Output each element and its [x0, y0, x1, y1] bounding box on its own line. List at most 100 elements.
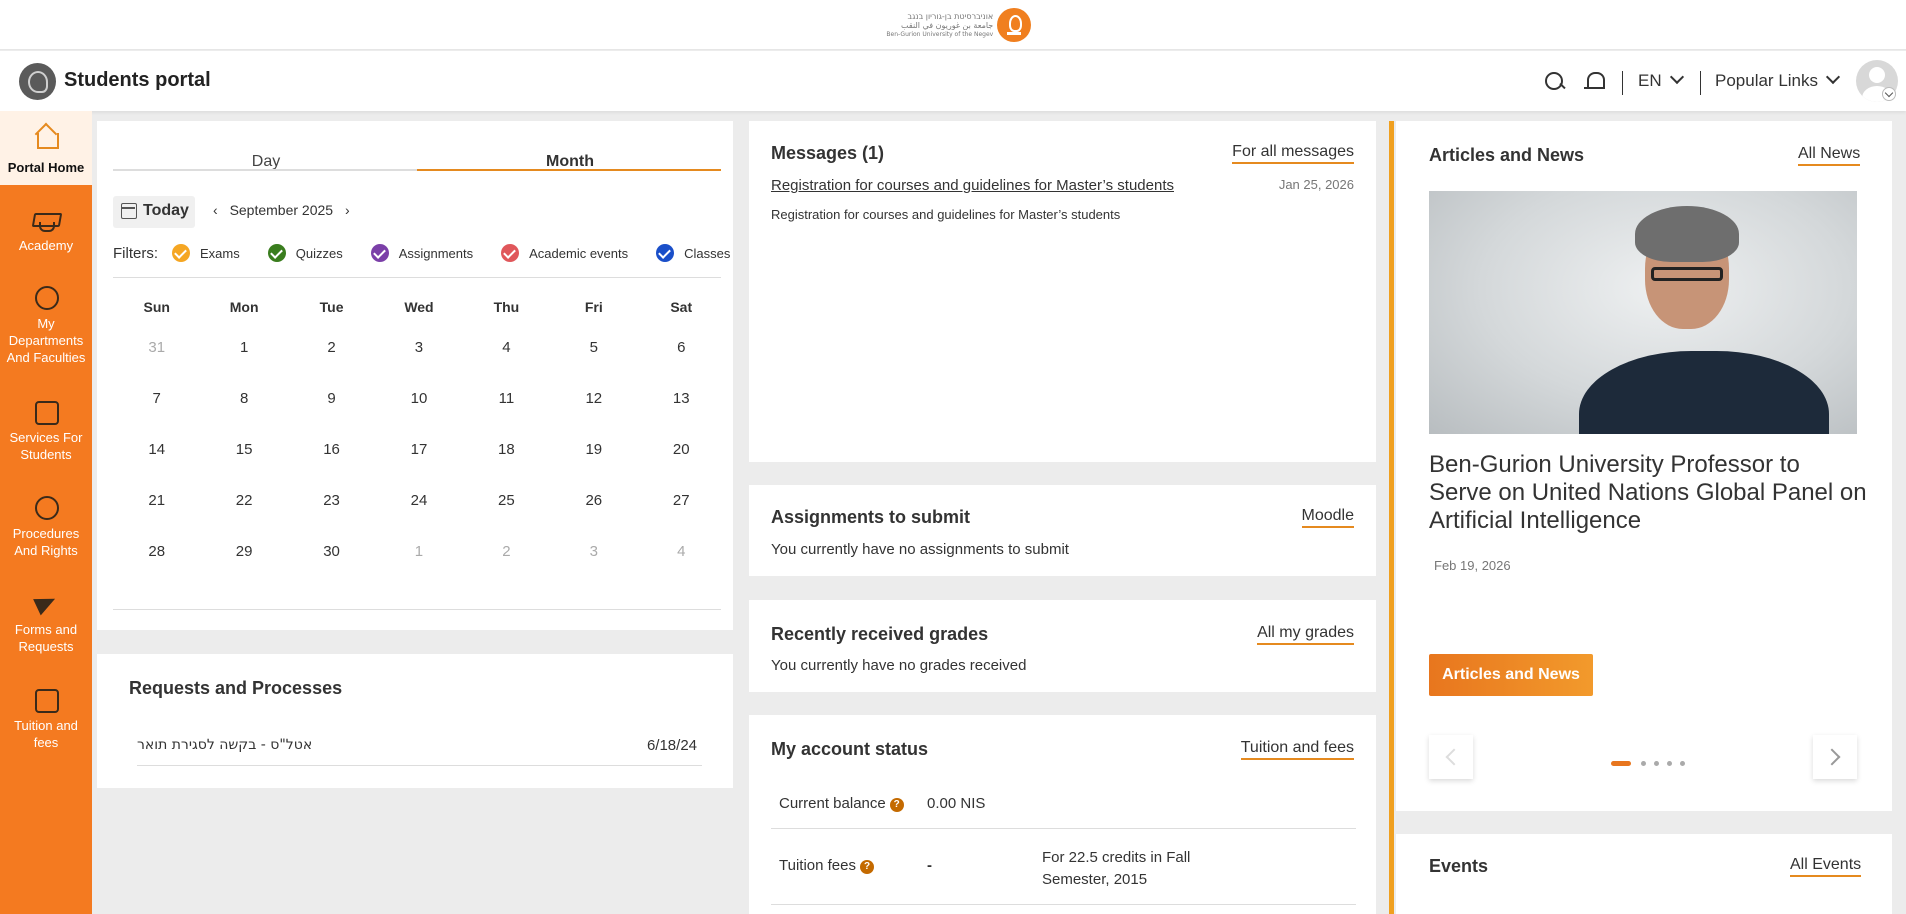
- sidebar-item-portal-home[interactable]: Portal Home: [0, 111, 92, 185]
- calendar-day[interactable]: 10: [375, 390, 462, 441]
- calendar-day[interactable]: 6: [638, 339, 725, 390]
- calendar-day[interactable]: 14: [113, 441, 200, 492]
- message-preview: Registration for courses and guidelines …: [771, 207, 1121, 222]
- calendar-day[interactable]: 21: [113, 492, 200, 543]
- assignments-card: Assignments to submit Moodle You current…: [749, 485, 1376, 576]
- portal-head-icon[interactable]: [19, 63, 56, 100]
- chevron-down-icon[interactable]: [1882, 87, 1896, 101]
- filter-academic-events[interactable]: Academic events: [501, 244, 628, 262]
- carousel-dot[interactable]: [1641, 761, 1646, 766]
- calendar-day[interactable]: 28: [113, 543, 200, 594]
- calendar-day[interactable]: 12: [550, 390, 637, 441]
- calendar-day[interactable]: 2: [463, 543, 550, 594]
- gear-icon: [33, 495, 59, 520]
- tuition-fees-link[interactable]: Tuition and fees: [1240, 739, 1354, 760]
- message-date: Jan 25, 2026: [1278, 177, 1354, 192]
- carousel-dot[interactable]: [1667, 761, 1672, 766]
- grades-empty-text: You currently have no grades received: [771, 657, 1027, 674]
- filter-exams[interactable]: Exams: [172, 244, 240, 262]
- search-icon[interactable]: [1543, 70, 1567, 94]
- calendar-day[interactable]: 31: [113, 339, 200, 390]
- request-text: אטל"ס - בקשה לסגירת תואר: [137, 737, 313, 753]
- calendar-day[interactable]: 13: [638, 390, 725, 441]
- calendar-day[interactable]: 8: [200, 390, 287, 441]
- calendar-day[interactable]: 20: [638, 441, 725, 492]
- sidebar-item-label: Portal Home: [7, 160, 85, 175]
- message-subject-link[interactable]: Registration for courses and guidelines …: [771, 177, 1174, 194]
- calendar-day[interactable]: 9: [288, 390, 375, 441]
- sidebar-item-label: Tuition and fees: [14, 718, 78, 750]
- moodle-link[interactable]: Moodle: [1301, 507, 1354, 528]
- today-button[interactable]: Today: [113, 196, 195, 228]
- calendar-day[interactable]: 30: [288, 543, 375, 594]
- calendar-day[interactable]: 23: [288, 492, 375, 543]
- calendar-day[interactable]: 15: [200, 441, 287, 492]
- news-title: Articles and News: [1429, 145, 1585, 165]
- all-messages-link[interactable]: For all messages: [1232, 143, 1354, 164]
- sidebar-item-academy[interactable]: Academy: [0, 205, 92, 254]
- sidebar-item-tuition[interactable]: Tuition and fees: [0, 685, 92, 751]
- sidebar-item-my-departments[interactable]: My Departments And Faculties: [0, 283, 92, 366]
- language-selector[interactable]: EN: [1638, 69, 1684, 91]
- paper-plane-icon: [33, 591, 59, 615]
- weekday-label: Sat: [670, 299, 693, 315]
- weekday-label: Mon: [229, 299, 259, 315]
- calendar-day[interactable]: 26: [550, 492, 637, 543]
- id-card-icon: [33, 399, 59, 425]
- help-icon[interactable]: ?: [889, 798, 904, 812]
- calendar-day[interactable]: 11: [463, 390, 550, 441]
- all-news-link[interactable]: All News: [1798, 145, 1861, 166]
- calendar-day[interactable]: 2: [288, 339, 375, 390]
- popular-links-label: Popular Links: [1715, 71, 1819, 90]
- calendar-day[interactable]: 24: [375, 492, 462, 543]
- calendar-day[interactable]: 25: [463, 492, 550, 543]
- calendar-day[interactable]: 4: [463, 339, 550, 390]
- next-month-button[interactable]: ›: [345, 202, 350, 218]
- filter-assignments[interactable]: Assignments: [370, 244, 473, 262]
- sidebar-item-procedures[interactable]: Procedures And Rights: [0, 493, 92, 559]
- sidebar-item-label: Academy: [18, 238, 74, 253]
- popular-links-dropdown[interactable]: Popular Links: [1715, 69, 1841, 91]
- check-icon: [656, 244, 675, 262]
- prev-month-button[interactable]: ‹: [213, 202, 218, 218]
- carousel-dot[interactable]: [1654, 761, 1659, 766]
- request-row[interactable]: אטל"ס - בקשה לסגירת תואר 6/18/24: [137, 730, 702, 766]
- calendar-day[interactable]: 3: [375, 339, 462, 390]
- grades-title: Recently received grades: [771, 624, 989, 644]
- all-grades-link[interactable]: All my grades: [1257, 624, 1354, 645]
- filter-quizzes[interactable]: Quizzes: [267, 244, 343, 262]
- filter-classes[interactable]: Classes: [656, 244, 730, 262]
- sidebar-item-services[interactable]: Services For Students: [0, 397, 92, 463]
- calendar-day[interactable]: 27: [638, 492, 725, 543]
- calendar-grid: Sun Mon Tue Wed Thu Fri Sat 31 1 2 3 4 5…: [113, 299, 725, 594]
- university-logo-strip: אוניברסיטת בן-גוריון בנגב جامعة بن غوريو…: [0, 0, 1906, 50]
- calendar-day[interactable]: 1: [375, 543, 462, 594]
- calendar-day[interactable]: 18: [463, 441, 550, 492]
- calendar-day[interactable]: 7: [113, 390, 200, 441]
- calendar-day[interactable]: 4: [638, 543, 725, 594]
- news-headline[interactable]: Ben-Gurion University Professor to Serve…: [1429, 451, 1869, 535]
- all-events-link[interactable]: All Events: [1790, 856, 1862, 877]
- news-photo[interactable]: [1429, 191, 1857, 434]
- filters-label: Filters:: [113, 244, 158, 262]
- articles-and-news-button[interactable]: Articles and News: [1429, 654, 1593, 696]
- carousel-next-button[interactable]: [1813, 735, 1857, 779]
- weekday-label: Thu: [493, 299, 520, 315]
- carousel-dot[interactable]: [1611, 761, 1631, 766]
- calendar-day[interactable]: 16: [288, 441, 375, 492]
- calendar-day[interactable]: 5: [550, 339, 637, 390]
- carousel-prev-button[interactable]: [1429, 735, 1473, 779]
- calendar-day[interactable]: 17: [375, 441, 462, 492]
- calendar-day[interactable]: 3: [550, 543, 637, 594]
- help-icon[interactable]: ?: [860, 860, 874, 874]
- sidebar-item-forms[interactable]: Forms and Requests: [0, 589, 92, 655]
- weekday-label: Fri: [584, 299, 603, 315]
- bell-icon[interactable]: [1583, 70, 1607, 94]
- messages-card: Messages (1) For all messages Registrati…: [749, 121, 1376, 462]
- calendar-day[interactable]: 1: [200, 339, 287, 390]
- calendar-day[interactable]: 22: [200, 492, 287, 543]
- carousel-dot[interactable]: [1680, 761, 1685, 766]
- university-logo[interactable]: אוניברסיטת בן-גוריון בנגב جامعة بن غوريو…: [886, 5, 1031, 45]
- calendar-day[interactable]: 29: [200, 543, 287, 594]
- calendar-day[interactable]: 19: [550, 441, 637, 492]
